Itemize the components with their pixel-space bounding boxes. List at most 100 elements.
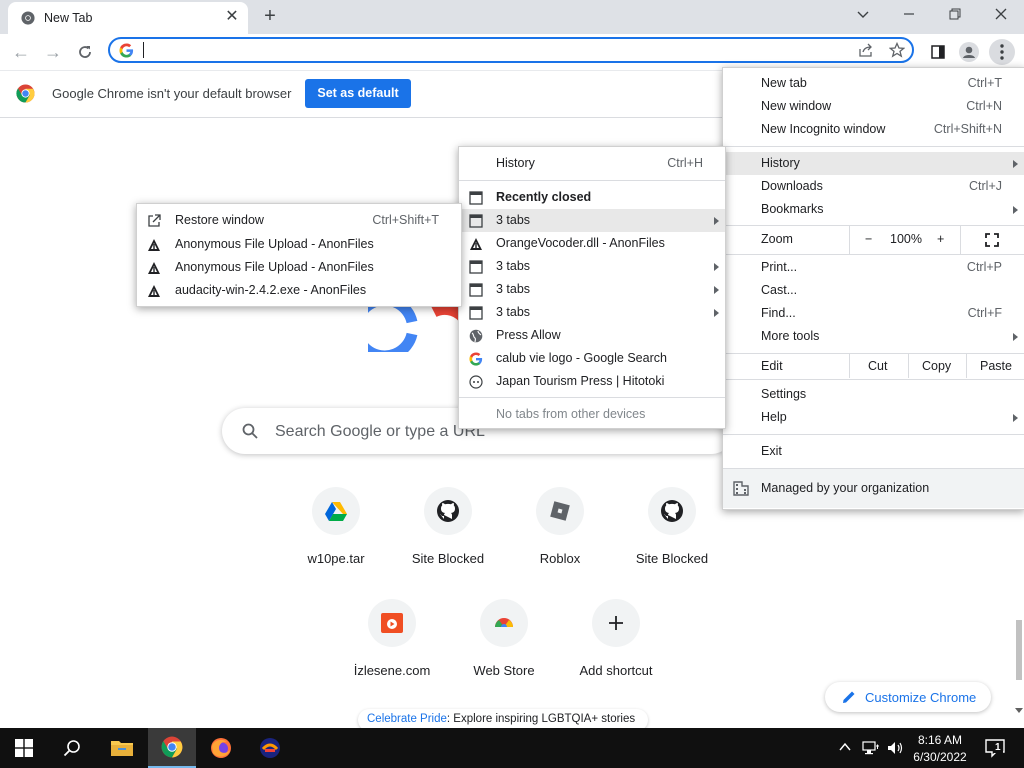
volume-icon[interactable] [886, 740, 904, 756]
close-window-icon[interactable] [988, 4, 1014, 26]
menu-item-cast[interactable]: Cast... [723, 279, 1024, 302]
restore-window-item[interactable]: Restore window Ctrl+Shift+T [137, 209, 461, 232]
shortcut-tile[interactable]: İzlesene.com [337, 599, 447, 699]
pride-text: : Explore inspiring LGBTQIA+ stories [446, 713, 636, 725]
profile-avatar-icon[interactable] [957, 40, 981, 64]
start-button[interactable] [0, 728, 48, 768]
restore-window-icon[interactable] [942, 4, 968, 26]
app-icon [260, 738, 280, 758]
submenu-arrow-icon [1013, 333, 1018, 341]
copy-button[interactable]: Copy [922, 355, 951, 378]
new-tab-button[interactable]: + [258, 5, 282, 29]
menu-item-bookmarks[interactable]: Bookmarks [723, 198, 1024, 221]
menu-item-downloads[interactable]: Downloads Ctrl+J [723, 175, 1024, 198]
menu-item-new-incognito-window[interactable]: New Incognito window Ctrl+Shift+N [723, 118, 1024, 141]
google-icon [469, 352, 483, 366]
shortcut-tile[interactable]: Web Store [449, 599, 559, 699]
paste-button[interactable]: Paste [980, 355, 1012, 378]
customize-chrome-button[interactable]: Customize Chrome [825, 682, 991, 712]
tab-title: New Tab [44, 11, 93, 25]
window-icon [469, 260, 483, 274]
chrome-menu-button[interactable] [989, 39, 1015, 65]
windows-logo-icon [15, 739, 33, 757]
menu-item-print[interactable]: Print... Ctrl+P [723, 256, 1024, 279]
forward-icon[interactable]: → [40, 40, 66, 64]
menu-item-more-tools[interactable]: More tools [723, 325, 1024, 348]
shortcut-label: Site Blocked [635, 551, 709, 566]
reload-icon[interactable] [72, 40, 98, 64]
show-hidden-icons[interactable] [838, 740, 854, 756]
history-item[interactable]: calub vie logo - Google Search [459, 347, 725, 370]
tab-new-tab[interactable]: New Tab ✕ [8, 2, 248, 34]
menu-item-edit: Edit Cut Copy Paste [723, 353, 1024, 378]
chrome-icon [21, 11, 35, 25]
closed-tab-item[interactable]: Anonymous File Upload - AnonFiles [137, 256, 461, 279]
minimize-icon[interactable] [896, 4, 922, 26]
tab-search-icon[interactable] [850, 4, 876, 26]
cut-button[interactable]: Cut [868, 355, 887, 378]
history-item[interactable]: 3 tabs [459, 301, 725, 324]
back-icon[interactable]: ← [8, 40, 34, 64]
submenu-arrow-icon [714, 286, 719, 294]
history-item[interactable]: Press Allow [459, 324, 725, 347]
history-item[interactable]: 3 tabs [459, 255, 725, 278]
clock-time: 8:16 AM [917, 733, 963, 747]
address-bar[interactable] [108, 37, 914, 63]
github-icon [648, 487, 696, 535]
taskbar-app[interactable] [246, 728, 294, 768]
notifications-button[interactable]: 1 [980, 734, 1010, 762]
side-panel-icon[interactable] [926, 40, 950, 64]
shortcut-tile[interactable]: Site Blocked [617, 487, 727, 587]
menu-item-exit[interactable]: Exit [723, 440, 1024, 463]
fullscreen-icon[interactable] [985, 233, 999, 247]
open-in-new-icon [148, 214, 161, 227]
close-tab-icon[interactable]: ✕ [224, 9, 240, 25]
anonfiles-icon [148, 239, 160, 251]
shortcut-label: Add shortcut [579, 663, 653, 678]
toolbar: ← → [0, 34, 1024, 71]
history-item[interactable]: 3 tabs [459, 209, 725, 232]
menu-item-settings[interactable]: Settings [723, 383, 1024, 406]
clock-date: 6/30/2022 [913, 750, 967, 764]
shortcut-tile[interactable]: Site Blocked [393, 487, 503, 587]
no-tabs-from-other-devices: No tabs from other devices [496, 407, 646, 421]
menu-item-help[interactable]: Help [723, 406, 1024, 429]
network-icon[interactable] [862, 740, 880, 756]
taskbar-chrome[interactable] [148, 728, 196, 768]
pride-link[interactable]: Celebrate Pride [367, 713, 447, 725]
history-item[interactable]: 3 tabs [459, 278, 725, 301]
page-scrollbar[interactable] [1014, 520, 1024, 720]
search-placeholder: Search Google or type a URL [275, 423, 485, 440]
chrome-main-menu: New tab Ctrl+T New window Ctrl+N New Inc… [722, 67, 1024, 510]
submenu-arrow-icon [714, 217, 719, 225]
zoom-level: 100% [890, 232, 922, 246]
add-shortcut-tile[interactable]: Add shortcut [561, 599, 671, 699]
history-item[interactable]: OrangeVocoder.dll - AnonFiles [459, 232, 725, 255]
window-icon [469, 283, 483, 297]
history-menu-item[interactable]: History Ctrl+H [459, 152, 725, 175]
taskbar-firefox[interactable] [197, 728, 245, 768]
anonfiles-icon [148, 285, 160, 297]
pencil-icon [843, 691, 855, 703]
bookmark-star-icon[interactable] [886, 40, 908, 60]
window-icon [469, 191, 483, 205]
roblox-icon [536, 487, 584, 535]
history-item[interactable]: Japan Tourism Press | Hitotoki [459, 370, 725, 393]
taskbar-search-button[interactable] [48, 728, 96, 768]
window-icon [469, 306, 483, 320]
taskbar-file-explorer[interactable] [98, 728, 146, 768]
zoom-out-button[interactable]: − [865, 228, 872, 251]
menu-item-new-tab[interactable]: New tab Ctrl+T [723, 72, 1024, 95]
recently-closed-tabs-submenu: Restore window Ctrl+Shift+T Anonymous Fi… [136, 203, 462, 307]
shortcut-tile[interactable]: w10pe.tar [281, 487, 391, 587]
set-as-default-button[interactable]: Set as default [305, 79, 411, 108]
managed-by-organization[interactable]: Managed by your organization [723, 469, 1024, 508]
share-icon[interactable] [855, 40, 877, 60]
menu-item-history[interactable]: History [723, 152, 1024, 175]
menu-item-find[interactable]: Find... Ctrl+F [723, 302, 1024, 325]
menu-item-new-window[interactable]: New window Ctrl+N [723, 95, 1024, 118]
closed-tab-item[interactable]: Anonymous File Upload - AnonFiles [137, 233, 461, 256]
shortcut-tile[interactable]: Roblox [505, 487, 615, 587]
zoom-in-button[interactable]: + [937, 228, 944, 251]
closed-tab-item[interactable]: audacity-win-2.4.2.exe - AnonFiles [137, 279, 461, 302]
